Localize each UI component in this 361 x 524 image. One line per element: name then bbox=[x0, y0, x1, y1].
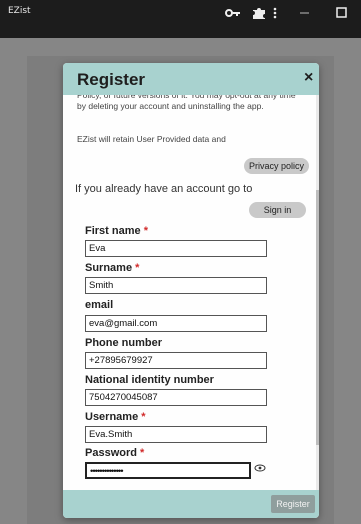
email-field[interactable]: eva@gmail.com bbox=[85, 315, 267, 332]
required-mark: * bbox=[141, 411, 146, 423]
phone-label: Phone number bbox=[85, 337, 163, 349]
privacy-policy-button[interactable]: Privacy policy bbox=[244, 158, 309, 174]
required-mark: * bbox=[143, 225, 148, 237]
password-input[interactable]: •••••••••••••• bbox=[85, 462, 251, 479]
register-button[interactable]: Register bbox=[271, 495, 315, 513]
dialog-scroll-thumb[interactable] bbox=[316, 190, 319, 445]
national-id-label: National identity number bbox=[85, 374, 214, 386]
dialog-body[interactable]: Policy, or future versions of it. You ma… bbox=[63, 95, 319, 490]
maximize-icon[interactable] bbox=[333, 6, 351, 20]
username-input[interactable]: Eva.Smith bbox=[85, 426, 267, 443]
window-titlebar: EZist bbox=[0, 0, 361, 38]
sign-in-button[interactable]: Sign in bbox=[249, 202, 306, 218]
first-name-label: First name * bbox=[85, 225, 148, 237]
key-icon[interactable] bbox=[224, 6, 242, 20]
surname-input[interactable]: Smith bbox=[85, 277, 267, 294]
dialog-header: Register × bbox=[63, 63, 319, 95]
dialog-footer: Register bbox=[63, 490, 319, 518]
eye-icon[interactable] bbox=[254, 464, 266, 472]
required-mark: * bbox=[140, 447, 145, 459]
first-name-input[interactable]: Eva bbox=[85, 240, 267, 257]
puzzle-icon[interactable] bbox=[250, 6, 268, 20]
surname-label: Surname * bbox=[85, 262, 140, 274]
email-label: email bbox=[85, 299, 114, 311]
policy-text-box[interactable]: Policy, or future versions of it. You ma… bbox=[71, 95, 309, 145]
account-prompt: If you already have an account go to bbox=[75, 183, 253, 195]
policy-paragraph: EZist will retain User Provided data and bbox=[77, 134, 226, 144]
register-dialog: Register × Policy, or future versions of… bbox=[63, 63, 319, 518]
app-title: EZist bbox=[8, 6, 31, 16]
close-icon[interactable]: × bbox=[304, 69, 313, 87]
national-id-input[interactable]: 7504270045087 bbox=[85, 389, 267, 406]
more-vertical-icon[interactable] bbox=[270, 6, 288, 20]
username-label: Username * bbox=[85, 411, 146, 423]
phone-input[interactable]: +27895679927 bbox=[85, 352, 267, 369]
policy-paragraph: Policy, or future versions of it. You ma… bbox=[77, 95, 296, 111]
dialog-title: Register bbox=[77, 70, 146, 89]
required-mark: * bbox=[135, 262, 140, 274]
password-label: Password * bbox=[85, 447, 145, 459]
minimize-icon[interactable] bbox=[296, 6, 314, 20]
